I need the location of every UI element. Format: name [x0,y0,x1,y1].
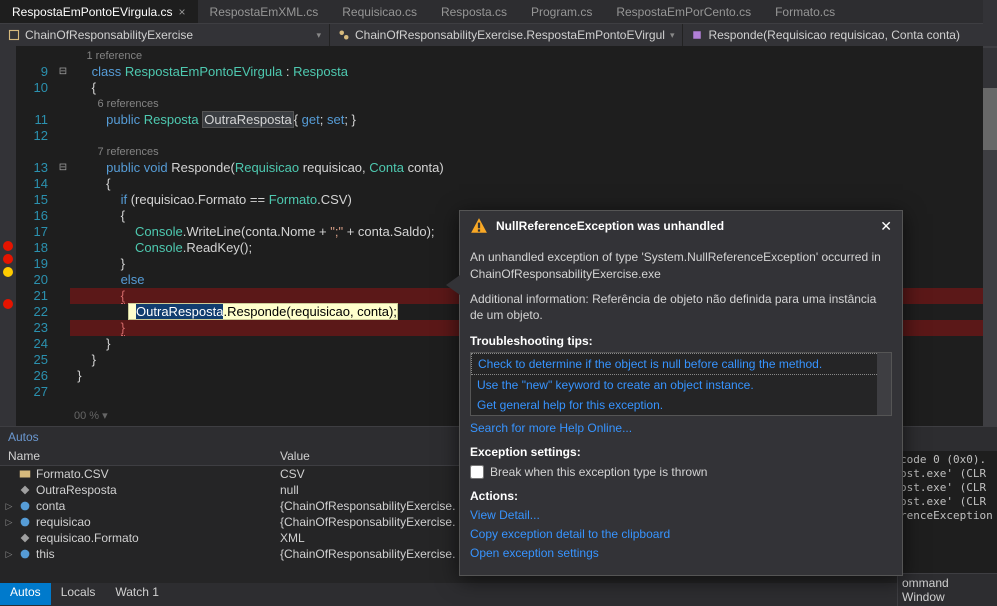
close-icon[interactable]: ✕ [880,218,892,235]
breakpoint-gutter[interactable] [0,46,16,426]
settings-heading: Exception settings: [470,445,892,459]
exception-popup: NullReferenceException was unhandled ✕ A… [459,210,903,576]
vertical-scrollbar[interactable] [983,46,997,426]
codelens[interactable]: 1 reference [70,48,997,64]
break-checkbox[interactable]: Break when this exception type is thrown [470,465,892,479]
var-name: OutraResposta [36,483,117,497]
tab-file-1[interactable]: RespostaEmXML.cs [198,0,331,23]
chevron-down-icon: ▾ [316,30,321,41]
search-help-link[interactable]: Search for more Help Online... [470,421,892,435]
tab-file-6[interactable]: Formato.cs [763,0,847,23]
actions-heading: Actions: [470,489,892,503]
var-icon [18,515,32,529]
var-icon [18,467,32,481]
output-bottom-tab[interactable]: ommand Window [897,573,997,606]
var-icon [18,531,32,545]
current-line-icon[interactable] [3,267,13,277]
tip-link[interactable]: Check to determine if the object is null… [471,353,891,375]
checkbox-input[interactable] [470,465,484,479]
zoom-level[interactable]: 00 % ▾ [74,408,108,424]
nav-namespace[interactable]: ChainOfResponsabilityExercise▾ [0,24,330,46]
close-icon[interactable]: × [179,5,186,19]
line-numbers: 9101112 13141516 171819202122 2324252627 [16,46,56,426]
chevron-down-icon: ▾ [670,30,675,41]
var-name: requisicao.Formato [36,531,139,545]
open-settings-link[interactable]: Open exception settings [470,546,892,560]
fold-gutter[interactable]: ⊟ ⊟ [56,46,70,426]
var-icon [18,483,32,497]
exception-additional: Additional information: Referência de ob… [470,291,892,325]
col-name[interactable]: Name [0,449,280,463]
view-detail-link[interactable]: View Detail... [470,508,892,522]
btm-tab-autos[interactable]: Autos [0,583,51,605]
codelens[interactable]: 6 references [70,96,997,112]
popup-pointer [446,275,460,295]
breakpoint-icon[interactable] [3,254,13,264]
tips-box: Check to determine if the object is null… [470,352,892,416]
tab-file-5[interactable]: RespostaEmPorCento.cs [604,0,763,23]
output-panel[interactable]: code 0 (0x0). ost.exe' (CLR ost.exe' (CL… [897,451,997,581]
nav-method[interactable]: Responde(Requisicao requisicao, Conta co… [683,24,997,46]
tab-file-2[interactable]: Requisicao.cs [330,0,429,23]
navigation-bar: ChainOfResponsabilityExercise▾ ChainOfRe… [0,24,997,46]
var-name: requisicao [36,515,91,529]
var-icon [18,547,32,561]
var-icon [18,499,32,513]
class-icon [338,29,350,41]
warning-icon [470,217,488,235]
bottom-tabs: Autos Locals Watch 1 [0,583,997,605]
btm-tab-locals[interactable]: Locals [51,583,106,605]
tab-file-4[interactable]: Program.cs [519,0,604,23]
breakpoint-icon[interactable] [3,299,13,309]
side-toolbar [983,0,997,46]
tab-file-0[interactable]: RespostaEmPontoEVirgula.cs× [0,0,198,23]
tip-link[interactable]: Get general help for this exception. [471,395,891,415]
var-name: this [36,547,55,561]
copy-detail-link[interactable]: Copy exception detail to the clipboard [470,527,892,541]
file-tabs: RespostaEmPontoEVirgula.cs× RespostaEmXM… [0,0,997,24]
btm-tab-watch[interactable]: Watch 1 [105,583,169,605]
exception-title: NullReferenceException was unhandled [496,219,872,233]
breakpoint-icon[interactable] [3,241,13,251]
tips-heading: Troubleshooting tips: [470,334,892,348]
namespace-icon [8,29,20,41]
tip-link[interactable]: Use the "new" keyword to create an objec… [471,375,891,395]
expand-icon[interactable]: ▷ [4,549,14,560]
nav-class[interactable]: ChainOfResponsabilityExercise.RespostaEm… [330,24,683,46]
method-icon [691,29,703,41]
codelens[interactable]: 7 references [70,144,997,160]
tab-file-3[interactable]: Resposta.cs [429,0,519,23]
editor-side-grip [983,48,997,88]
var-name: conta [36,499,65,513]
exception-message: An unhandled exception of type 'System.N… [470,249,892,283]
scrollbar-icon[interactable] [877,353,891,415]
var-name: Formato.CSV [36,467,109,481]
expand-icon[interactable]: ▷ [4,517,14,528]
expand-icon[interactable]: ▷ [4,501,14,512]
